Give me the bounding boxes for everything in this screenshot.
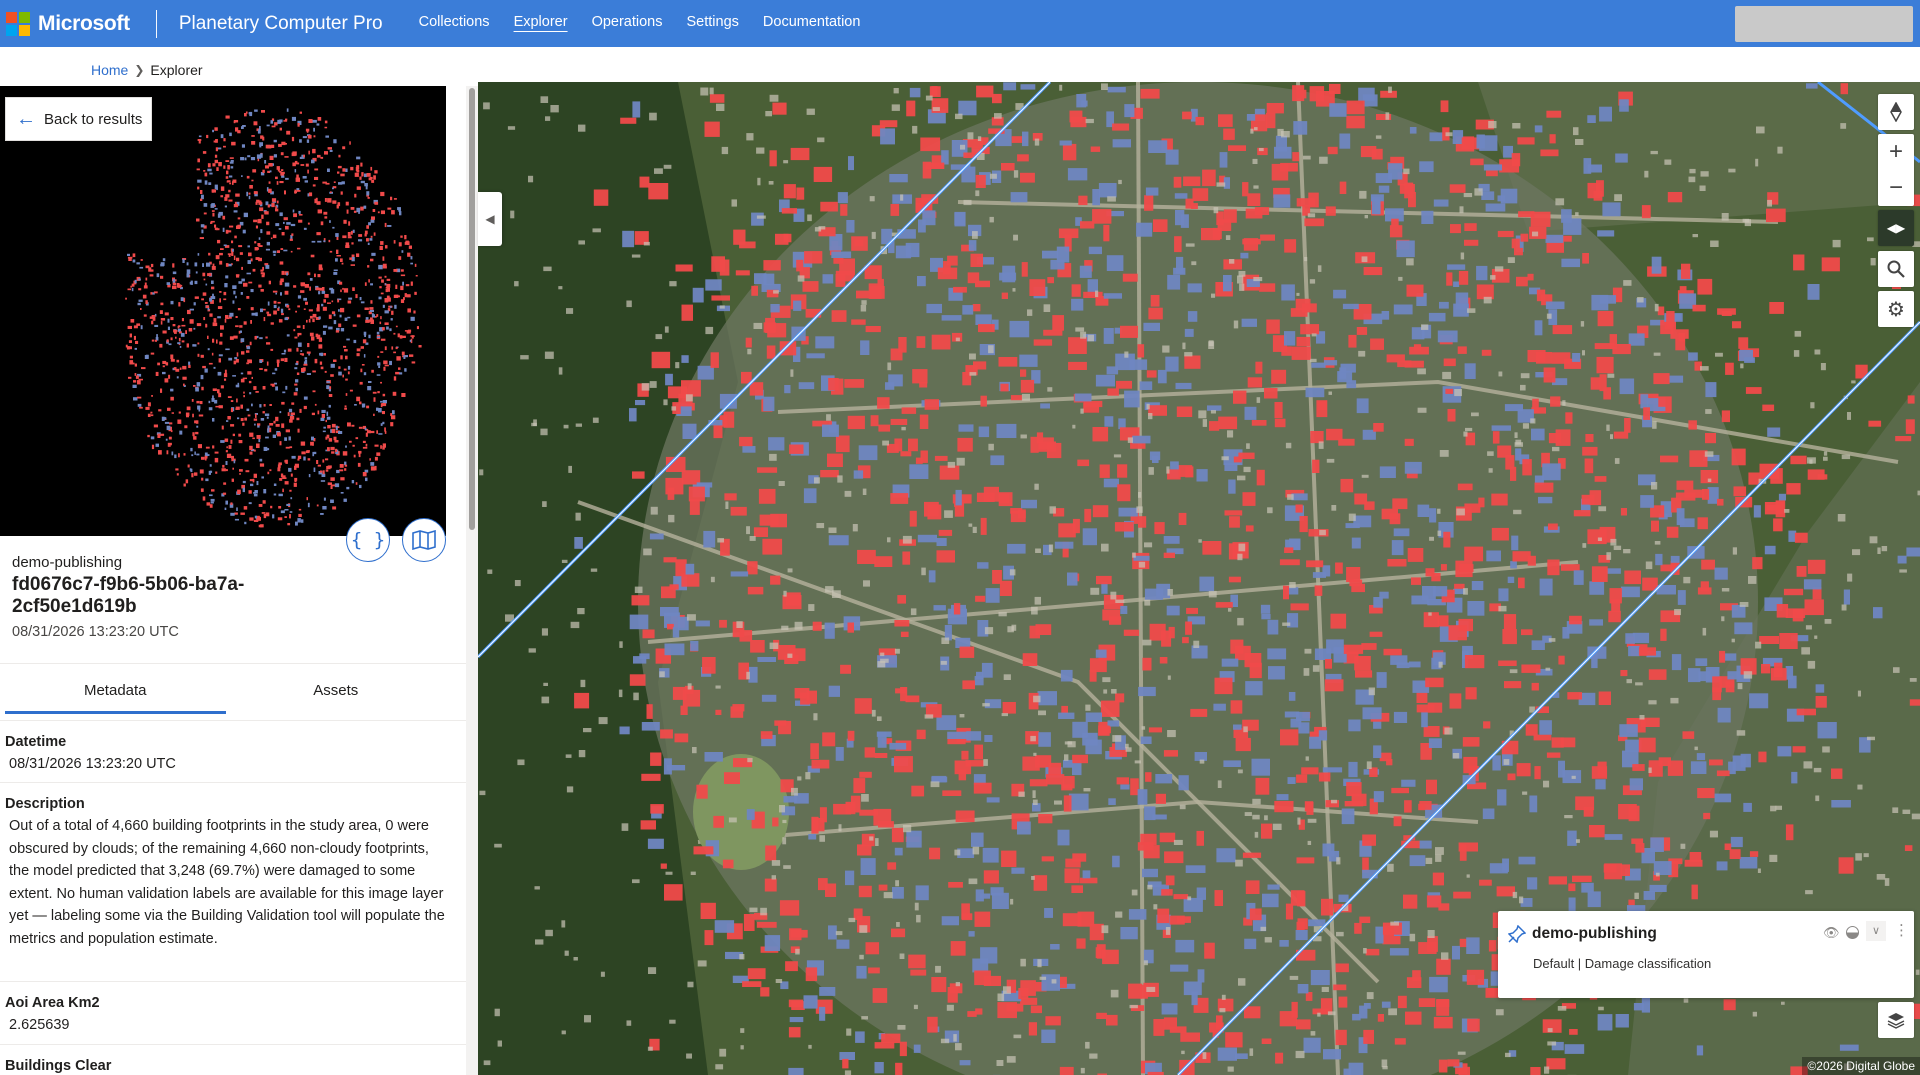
metadata-value: 2.625639	[9, 1017, 70, 1033]
item-datetime: 08/31/2026 13:23:20 UTC	[12, 624, 179, 640]
chevron-down-icon[interactable]: ∨	[1866, 921, 1886, 941]
divider	[0, 981, 466, 982]
brand-name: Microsoft	[38, 11, 130, 35]
nav-explorer[interactable]: Explorer	[502, 0, 580, 47]
opacity-icon[interactable]	[1846, 926, 1859, 939]
compass-button[interactable]	[1878, 94, 1914, 130]
basemap-button[interactable]: ◀▶	[1878, 210, 1914, 246]
main-nav: Collections Explorer Operations Settings…	[407, 0, 873, 47]
divider	[0, 782, 466, 783]
metadata-label: Datetime	[5, 734, 67, 750]
pin-icon[interactable]	[1508, 925, 1526, 943]
item-id: fd0676c7-f9b6-5b06-ba7a-2cf50e1d619b	[12, 574, 245, 617]
metadata-aoi-area: Aoi Area Km2 2.625639	[5, 995, 445, 1037]
divider	[0, 663, 466, 664]
zoom-in-button[interactable]: +	[1889, 134, 1903, 170]
breadcrumb-current: Explorer	[150, 62, 203, 78]
layer-legend-card: demo-publishing Default | Damage classif…	[1498, 911, 1914, 998]
map-attribution: ©2026 Digital Globe	[1802, 1057, 1920, 1075]
eye-icon[interactable]: 👁	[1823, 925, 1840, 941]
zoom-controls: + −	[1878, 134, 1914, 206]
item-thumbnail	[0, 86, 446, 536]
nav-collections[interactable]: Collections	[407, 0, 502, 47]
nav-operations[interactable]: Operations	[580, 0, 675, 47]
basemap-icon: ◀▶	[1886, 221, 1906, 235]
back-to-results-label: Back to results	[44, 110, 143, 128]
header-divider	[155, 9, 157, 38]
item-detail-panel: ← Back to results { } demo-publishing fd…	[0, 86, 466, 1075]
map-search-button[interactable]	[1878, 251, 1914, 287]
layers-button[interactable]	[1878, 1002, 1914, 1038]
metadata-label: Buildings Clear	[5, 1058, 112, 1074]
breadcrumb: Home ❯ Explorer	[91, 62, 203, 78]
zoom-out-button[interactable]: −	[1889, 170, 1903, 206]
chevron-right-icon: ❯	[134, 63, 145, 77]
layer-subtitle: Default | Damage classification	[1533, 956, 1712, 971]
microsoft-logo-icon	[6, 11, 30, 36]
metadata-label: Description	[5, 796, 85, 812]
caret-left-icon: ◀	[485, 212, 495, 226]
compass-icon	[1890, 102, 1902, 122]
divider	[0, 720, 466, 721]
metadata-label: Aoi Area Km2	[5, 995, 100, 1011]
search-icon	[1887, 260, 1905, 278]
tab-assets[interactable]: Assets	[226, 672, 447, 714]
map-settings-button[interactable]: ⚙	[1878, 291, 1914, 327]
metadata-description: Description Out of a total of 4,660 buil…	[5, 796, 445, 950]
braces-icon: { }	[350, 529, 386, 551]
map-icon	[412, 530, 436, 550]
tab-metadata[interactable]: Metadata	[5, 672, 226, 714]
panel-scrollbar[interactable]	[466, 86, 478, 1075]
layers-icon	[1887, 1013, 1905, 1029]
back-to-results-button[interactable]: ← Back to results	[5, 97, 152, 141]
account-area[interactable]	[1735, 6, 1913, 42]
item-header: demo-publishing fd0676c7-f9b6-5b06-ba7a-…	[12, 554, 432, 640]
divider	[0, 1044, 466, 1045]
product-title[interactable]: Planetary Computer Pro	[179, 13, 383, 35]
layer-name: demo-publishing	[1532, 925, 1657, 942]
metadata-value: Out of a total of 4,660 building footpri…	[9, 818, 445, 947]
detail-tabs: Metadata Assets	[5, 672, 446, 714]
metadata-value: 08/31/2026 13:23:20 UTC	[9, 756, 176, 772]
more-options-icon[interactable]: ⋮	[1894, 921, 1909, 939]
metadata-datetime: Datetime 08/31/2026 13:23:20 UTC	[5, 734, 445, 776]
scrollbar-thumb[interactable]	[469, 88, 475, 530]
collection-name: demo-publishing	[12, 554, 123, 571]
collapse-panel-button[interactable]: ◀	[478, 192, 502, 246]
top-nav-bar: Microsoft Planetary Computer Pro Collect…	[0, 0, 1920, 47]
metadata-buildings-clear: Buildings Clear	[5, 1058, 445, 1074]
arrow-left-icon: ←	[16, 108, 36, 130]
gear-icon: ⚙	[1887, 298, 1905, 321]
breadcrumb-home[interactable]: Home	[91, 62, 128, 78]
nav-documentation[interactable]: Documentation	[751, 0, 873, 47]
nav-settings[interactable]: Settings	[675, 0, 751, 47]
microsoft-logo[interactable]: Microsoft	[6, 0, 130, 47]
